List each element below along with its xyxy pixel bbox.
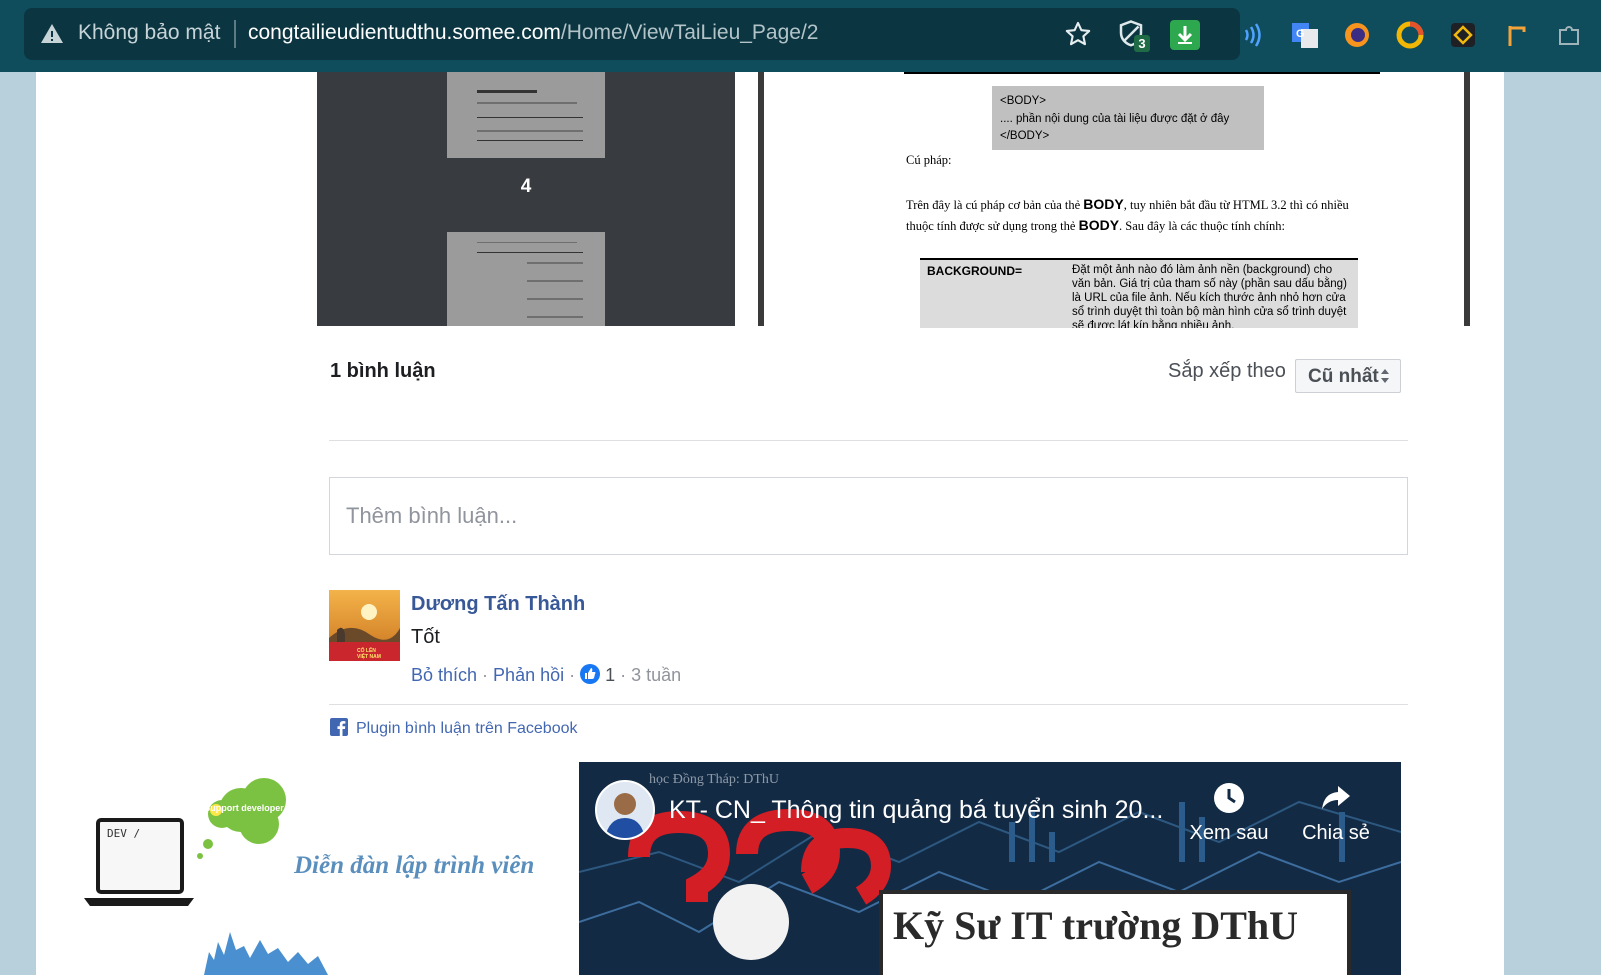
download-extension-icon[interactable] — [1170, 20, 1200, 50]
clock-icon — [1214, 783, 1244, 813]
url-path: /Home/ViewTaiLieu_Page/2 — [560, 21, 819, 44]
syntax-label: Cú pháp: — [906, 153, 952, 167]
shield-extension-icon[interactable]: 3 — [1116, 19, 1152, 53]
doc-tag: BODY — [1083, 196, 1124, 212]
bookmark-star-icon[interactable] — [1064, 20, 1092, 48]
channel-watermark: học Đồng Tháp: DThU — [649, 772, 779, 787]
page-thumbnail[interactable] — [447, 232, 605, 326]
sort-value: Cũ nhất — [1308, 366, 1379, 387]
channel-avatar[interactable] — [595, 780, 655, 840]
doc-text: , tuy nhiên bắt đầu từ HTML 3.2 thì có n… — [1123, 198, 1349, 212]
doc-text: . Sau đây là các thuộc tính chính: — [1119, 219, 1285, 233]
share-arrow-icon — [1322, 786, 1350, 809]
thumbnail-headline: Kỹ Sư IT trường DThU — [893, 903, 1299, 948]
code-line: .... phần nội dung của tài liệu được đặt… — [1000, 113, 1230, 125]
comment-actions: Bỏ thích · Phản hồi · 1 · 3 tuần — [411, 664, 681, 686]
avatar[interactable]: CỐ LÊN VIỆT NAM — [329, 590, 400, 661]
omnibox-divider — [234, 20, 236, 48]
laptop-screen-text: DEV / — [107, 827, 141, 840]
page-thumbnail[interactable] — [447, 72, 605, 158]
comment-author-link[interactable]: Dương Tấn Thành — [411, 593, 585, 616]
share-label: Chia sẻ — [1302, 822, 1370, 844]
video-title-link[interactable]: KT- CN_ Thông tin quảng bá tuyển sinh 20… — [669, 796, 1163, 825]
thumbnail-panel[interactable]: 4 — [317, 72, 735, 326]
page-number: 4 — [520, 176, 532, 197]
thumbnail-headline-box: Kỹ Sư IT trường DThU — [879, 890, 1351, 975]
warning-icon[interactable] — [40, 22, 64, 46]
share-button[interactable]: Chia sẻ — [1291, 782, 1381, 845]
doc-text: thuộc tính được sử dụng trong thẻ — [906, 219, 1079, 233]
developer-forum-banner[interactable]: DEV / Support developer Diễn đàn lập trì… — [84, 772, 554, 975]
facebook-icon — [330, 718, 348, 736]
puzzle-extensions-icon[interactable] — [1554, 20, 1584, 50]
unlike-link[interactable]: Bỏ thích — [411, 665, 477, 685]
plugin-label: Plugin bình luận trên Facebook — [356, 720, 578, 737]
attribute-description: Đặt một ảnh nào đó làm ảnh nền (backgrou… — [1072, 264, 1347, 328]
sort-arrows-icon — [1381, 369, 1389, 383]
tool-extension-icon[interactable] — [1502, 20, 1532, 50]
divider — [329, 704, 1408, 705]
svg-text:G: G — [1296, 28, 1305, 40]
sort-label: Sắp xếp theo — [1168, 360, 1286, 382]
cloud-text: Support developer — [204, 803, 284, 813]
comment-input[interactable] — [329, 477, 1408, 555]
svg-text:VIỆT NAM: VIỆT NAM — [357, 652, 381, 660]
svg-text:CỐ LÊN: CỐ LÊN — [357, 646, 376, 654]
doc-tag: BODY — [1078, 217, 1120, 233]
firefox-like-extension-icon[interactable] — [1342, 20, 1372, 50]
security-status-label[interactable]: Không bảo mật — [78, 21, 220, 45]
chart-extension-icon[interactable] — [1395, 20, 1425, 50]
code-line: </BODY> — [1000, 130, 1050, 142]
watch-later-label: Xem sau — [1189, 822, 1269, 844]
document-page[interactable]: <BODY> .... phần nội dung của tài liệu đ… — [758, 72, 1498, 328]
doc-text: Trên đây là cú pháp cơ bản của thẻ — [906, 198, 1084, 212]
facebook-plugin-link[interactable]: Plugin bình luận trên Facebook — [330, 718, 577, 738]
divider — [329, 440, 1408, 441]
code-line: <BODY> — [1000, 95, 1047, 107]
separator: · — [482, 665, 489, 685]
like-count[interactable]: 1 — [605, 665, 615, 685]
separator: · — [569, 665, 576, 685]
attribute-table: BACKGROUND= Đặt một ảnh nào đó làm ảnh n… — [920, 258, 1358, 328]
table-rule — [904, 72, 1380, 74]
url-host: congtailieudientudthu.somee.com — [248, 21, 561, 44]
url-text[interactable]: congtailieudientudthu.somee.com/Home/Vie… — [248, 21, 818, 45]
download-arrow-icon — [1177, 26, 1193, 44]
binance-wallet-icon[interactable] — [1448, 20, 1478, 50]
forum-title: Diễn đàn lập trình viên — [294, 852, 535, 879]
doc-paragraph: Trên đây là cú pháp cơ bản của thẻ BODY,… — [906, 194, 1386, 236]
google-translate-icon[interactable]: G — [1290, 20, 1320, 50]
attribute-name: BACKGROUND= — [927, 264, 1023, 278]
address-bar[interactable]: Không bảo mật congtailieudientudthu.some… — [24, 8, 1240, 60]
youtube-video-embed[interactable]: học Đồng Tháp: DThU KT- CN_ Thông tin qu… — [579, 762, 1401, 975]
comments-count: 1 bình luận — [330, 360, 436, 382]
sort-select[interactable]: Cũ nhất — [1295, 359, 1401, 393]
avatar-image: CỐ LÊN VIỆT NAM — [329, 590, 400, 661]
comment-time[interactable]: 3 tuần — [631, 665, 681, 685]
like-thumb-icon[interactable] — [580, 664, 601, 684]
browser-toolbar: Không bảo mật congtailieudientudthu.some… — [0, 0, 1601, 72]
reply-link[interactable]: Phản hồi — [493, 665, 564, 685]
read-aloud-extension-icon[interactable] — [1236, 20, 1266, 50]
extension-badge: 3 — [1134, 35, 1150, 52]
separator: · — [620, 665, 627, 685]
viewer-border — [1464, 72, 1470, 326]
comment-text: Tốt — [411, 626, 440, 648]
watch-later-button[interactable]: Xem sau — [1181, 782, 1277, 845]
page-content: 4 <BODY> .... phần nội dung của tài liệu… — [36, 72, 1504, 975]
code-sample: <BODY> .... phần nội dung của tài liệu đ… — [992, 86, 1264, 150]
channel-avatar-image — [597, 782, 653, 838]
